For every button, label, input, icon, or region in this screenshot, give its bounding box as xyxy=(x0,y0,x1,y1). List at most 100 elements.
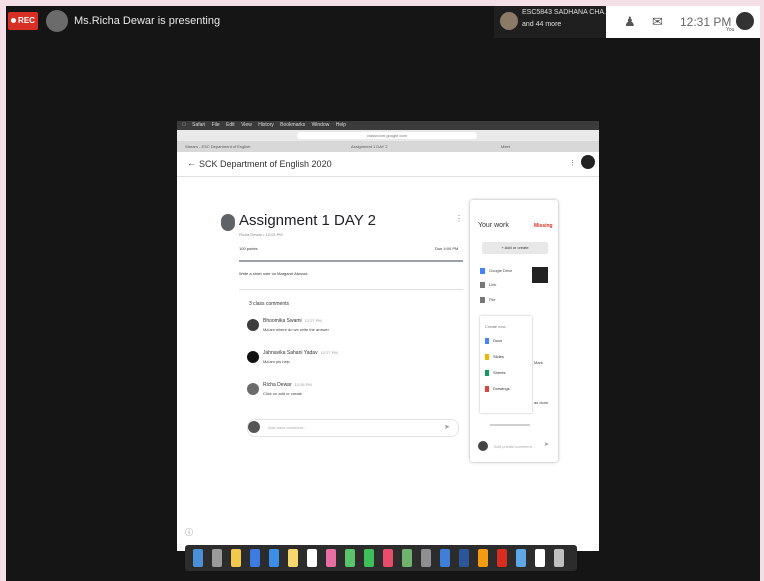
docs-icon xyxy=(485,338,489,344)
send-icon[interactable]: ➤ xyxy=(544,441,549,448)
more-options-icon[interactable]: ⋮ xyxy=(455,214,463,223)
comment-time: 12:27 PM xyxy=(320,350,338,355)
attachment-thumbnail[interactable] xyxy=(532,267,548,283)
people-icon[interactable]: ♟ xyxy=(624,14,636,30)
participant-more: and 44 more xyxy=(522,21,562,28)
create-new-menu: Create new Docs Slides Sheets Drawings xyxy=(480,316,532,413)
assignment-title: Assignment 1 DAY 2 xyxy=(239,212,377,229)
drawings-icon xyxy=(485,386,489,392)
private-comment-avatar xyxy=(478,441,488,451)
menu-file[interactable]: File xyxy=(480,297,495,303)
menu-label: File xyxy=(489,297,496,303)
comment-user-avatar xyxy=(248,421,260,433)
class-comments-count[interactable]: 3 class comments xyxy=(249,301,289,307)
comment-time: 12:27 PM xyxy=(304,318,322,323)
meet-top-bar: REC Ms.Richa Dewar is presenting ESC5843… xyxy=(6,6,760,38)
safari-dock-icon[interactable] xyxy=(250,549,260,567)
class-comment: Bhoomika Swami 12:27 PM Ma'am where do we… xyxy=(247,317,447,341)
assignment-points: 100 points xyxy=(239,246,258,251)
word-dock-icon[interactable] xyxy=(459,549,469,567)
keynote-dock-icon[interactable] xyxy=(440,549,450,567)
self-label: You xyxy=(726,27,735,33)
meet-controls: ♟ ✉ 12:31 PM You xyxy=(606,6,760,38)
slides-icon xyxy=(485,354,489,360)
app-store-dock-icon[interactable] xyxy=(269,549,279,567)
your-work-title: Your work xyxy=(478,222,509,229)
self-avatar[interactable] xyxy=(736,12,754,30)
photos-dock-icon[interactable] xyxy=(326,549,336,567)
assignment-instructions: Write a short note on Margaret Atwood. xyxy=(239,271,309,276)
presenting-text: Ms.Richa Dewar is presenting xyxy=(74,15,221,27)
preview-dock-icon[interactable] xyxy=(516,549,526,567)
trash-dock-icon[interactable] xyxy=(554,549,564,567)
create-label: Docs xyxy=(493,338,503,344)
pages-dock-icon[interactable] xyxy=(478,549,488,567)
done-text: as done xyxy=(534,400,549,405)
drive-icon xyxy=(480,268,485,274)
panel-divider xyxy=(490,424,530,426)
record-dot-icon xyxy=(11,18,17,24)
assignment-due: Due 4:00 PM xyxy=(435,246,459,251)
comment-author: Bhoomika Swami xyxy=(263,318,302,324)
help-icon[interactable]: ⓘ xyxy=(185,527,193,538)
assignment-type-icon xyxy=(221,214,235,228)
system-preferences-dock-icon[interactable] xyxy=(421,549,431,567)
add-comment-placeholder: Add class comment... xyxy=(268,425,307,430)
mark-text: Mark xyxy=(534,360,543,365)
status-badge: Missing xyxy=(534,223,553,229)
link-icon xyxy=(480,282,485,288)
your-work-panel: Your work Missing + Add or create Google… xyxy=(470,200,558,462)
classroom-content: Assignment 1 DAY 2 ⋮ Richa Dewar • 12:03… xyxy=(177,121,599,551)
create-new-label: Create new xyxy=(485,324,506,329)
mac-dock xyxy=(185,545,577,571)
header-divider xyxy=(239,260,463,262)
maps-dock-icon[interactable] xyxy=(402,549,412,567)
attach-icon xyxy=(480,297,485,303)
menu-google-drive[interactable]: Google Drive xyxy=(480,268,512,274)
create-drawings[interactable]: Drawings xyxy=(485,386,510,392)
create-label: Drawings xyxy=(493,386,510,392)
comment-avatar xyxy=(247,319,259,331)
finder-dock-icon[interactable] xyxy=(193,549,203,567)
notes-dock-icon[interactable] xyxy=(288,549,298,567)
add-class-comment[interactable]: Add class comment... ➤ xyxy=(247,419,459,437)
class-comment: Jahnavika Sahani Yadav 12:27 PM Ma'am pls… xyxy=(247,349,447,373)
acrobat-dock-icon[interactable] xyxy=(497,549,507,567)
create-docs[interactable]: Docs xyxy=(485,338,502,344)
menu-label: Link xyxy=(489,282,497,288)
comment-avatar xyxy=(247,383,259,395)
comment-text: Ma'am where do we write the answer xyxy=(263,327,329,332)
sheets-icon xyxy=(485,370,489,376)
menu-link[interactable]: Link xyxy=(480,282,496,288)
recording-label: REC xyxy=(18,16,35,25)
create-sheets[interactable]: Sheets xyxy=(485,370,505,376)
meeting-time: 12:31 PM xyxy=(680,15,732,29)
create-label: Slides xyxy=(493,354,504,360)
create-label: Sheets xyxy=(493,370,506,376)
send-icon[interactable]: ➤ xyxy=(444,423,450,431)
participant-name: ESC5843 SADHANA CHA... xyxy=(522,9,610,16)
participant-tile[interactable]: ESC5843 SADHANA CHA... and 44 more xyxy=(494,6,610,38)
documents-dock-icon[interactable] xyxy=(535,549,545,567)
comment-avatar xyxy=(247,351,259,363)
comment-time: 12:28 PM xyxy=(294,382,312,387)
assignment-meta: Richa Dewar • 12:03 PM xyxy=(239,232,283,237)
comment-text: Ma'am pls help xyxy=(263,359,290,364)
messages-dock-icon[interactable] xyxy=(345,549,355,567)
facetime-dock-icon[interactable] xyxy=(364,549,374,567)
create-slides[interactable]: Slides xyxy=(485,354,504,360)
recording-badge: REC xyxy=(8,12,38,30)
add-or-create-button[interactable]: + Add or create xyxy=(482,242,548,254)
comment-author: Jahnavika Sahani Yadav xyxy=(263,350,318,356)
menu-label: Google Drive xyxy=(489,268,513,274)
launchpad-dock-icon[interactable] xyxy=(212,549,222,567)
instructions-divider xyxy=(239,289,463,290)
add-private-comment[interactable]: Add private comment... ➤ xyxy=(478,440,554,454)
chat-icon[interactable]: ✉ xyxy=(652,14,663,30)
calendar-dock-icon[interactable] xyxy=(307,549,317,567)
chrome-dock-icon[interactable] xyxy=(231,549,241,567)
music-dock-icon[interactable] xyxy=(383,549,393,567)
class-comment: Richa Dewar 12:28 PM Click on add or crea… xyxy=(247,381,447,405)
comment-author: Richa Dewar xyxy=(263,382,292,388)
participant-avatar xyxy=(500,12,518,30)
